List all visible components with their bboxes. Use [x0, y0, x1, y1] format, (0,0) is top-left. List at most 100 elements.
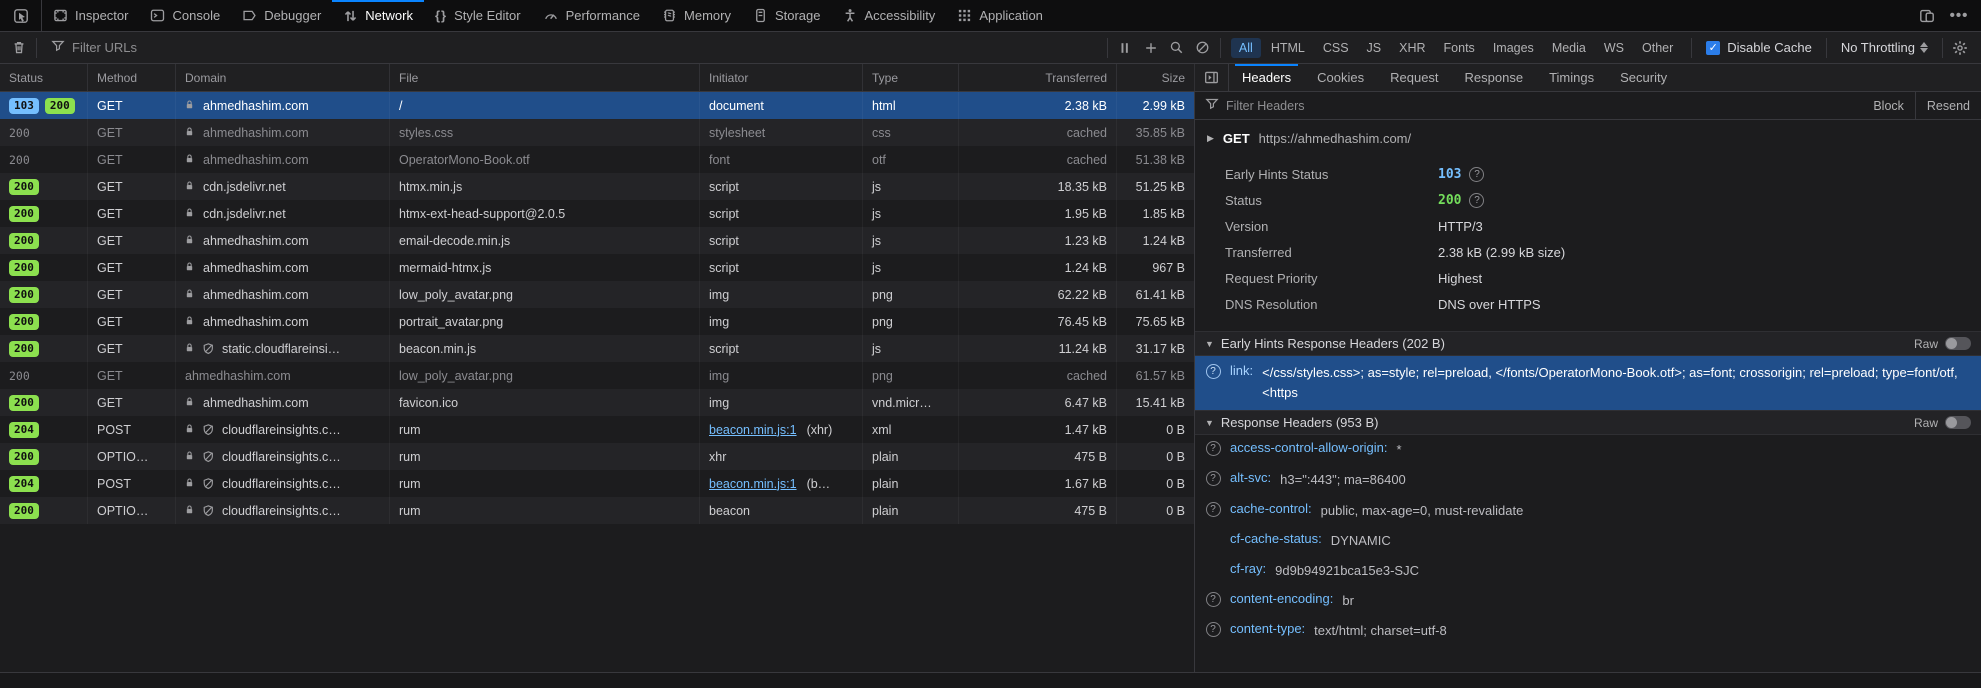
tab-performance[interactable]: Performance — [532, 0, 651, 31]
header-row[interactable]: ? access-control-allow-origin: * — [1195, 435, 1981, 465]
help-icon[interactable]: ? — [1469, 192, 1485, 208]
header-help-slot: ? — [1205, 440, 1221, 457]
search-button[interactable] — [1164, 36, 1190, 60]
help-icon[interactable]: ? — [1205, 364, 1221, 379]
header-row[interactable]: cf-cache-status: DYNAMIC — [1195, 526, 1981, 556]
request-row[interactable]: 200 GET ahmedhashim.com portrait_avatar.png… — [0, 308, 1194, 335]
early-hints-section-header[interactable]: ▼ Early Hints Response Headers (202 B) Raw — [1195, 331, 1981, 356]
column-header-initiator[interactable]: Initiator — [700, 64, 863, 91]
method-cell: GET — [88, 389, 176, 416]
help-icon[interactable]: ? — [1205, 622, 1221, 638]
column-header-status[interactable]: Status — [0, 64, 88, 91]
type-filter-css[interactable]: CSS — [1315, 38, 1357, 58]
clear-requests-button[interactable] — [6, 36, 32, 60]
disable-cache-control[interactable]: ✓ Disable Cache — [1696, 40, 1822, 55]
block-url-button[interactable]: Block — [1862, 92, 1915, 119]
detail-tab-cookies[interactable]: Cookies — [1304, 64, 1377, 91]
help-icon[interactable]: ? — [1205, 501, 1221, 517]
filter-headers-input[interactable]: Filter Headers — [1195, 97, 1862, 114]
column-header-method[interactable]: Method — [88, 64, 176, 91]
request-row[interactable]: 200 GET cdn.jsdelivr.net htmx.min.js script j… — [0, 173, 1194, 200]
header-row[interactable]: ? content-encoding: br — [1195, 586, 1981, 616]
column-header-size[interactable]: Size — [1117, 64, 1195, 91]
type-filter-js[interactable]: JS — [1359, 38, 1390, 58]
type-filter-fonts[interactable]: Fonts — [1436, 38, 1483, 58]
column-header-domain[interactable]: Domain — [176, 64, 390, 91]
tab-storage[interactable]: Storage — [742, 0, 832, 31]
collapse-details-button[interactable] — [1195, 64, 1229, 91]
request-row[interactable]: 200 GET ahmedhashim.com styles.css styleshee… — [0, 119, 1194, 146]
header-row[interactable]: ? content-type: text/html; charset=utf-8 — [1195, 616, 1981, 646]
pick-element-button[interactable] — [0, 0, 42, 31]
help-icon[interactable]: ? — [1469, 166, 1485, 182]
request-row[interactable]: 200 OPTIO… cloudflareinsights.c… rum xhr plai… — [0, 443, 1194, 470]
domain-label: ahmedhashim.com — [203, 233, 309, 248]
request-row[interactable]: 200 GET ahmedhashim.com mermaid-htmx.js scri… — [0, 254, 1194, 281]
type-filter-html[interactable]: HTML — [1263, 38, 1313, 58]
pause-traffic-button[interactable] — [1112, 36, 1138, 60]
column-header-file[interactable]: File — [390, 64, 700, 91]
request-row[interactable]: 204 POST cloudflareinsights.c… rum beacon.mi… — [0, 470, 1194, 497]
request-row[interactable]: 200 OPTIO… cloudflareinsights.c… rum beacon p… — [0, 497, 1194, 524]
tab-inspector[interactable]: Inspector — [42, 0, 139, 31]
type-filter-ws[interactable]: WS — [1596, 38, 1632, 58]
type-filter-all[interactable]: All — [1230, 37, 1261, 58]
request-row[interactable]: 103 200 GET ahmedhashim.com / document html 2.3… — [0, 92, 1194, 119]
response-headers-section-header[interactable]: ▼ Response Headers (953 B) Raw — [1195, 410, 1981, 436]
tab-accessibility[interactable]: Accessibility — [832, 0, 947, 31]
help-icon[interactable]: ? — [1205, 441, 1221, 457]
block-request-button[interactable] — [1190, 36, 1216, 60]
detail-tab-headers[interactable]: Headers — [1229, 64, 1304, 91]
resend-request-button[interactable]: Resend — [1916, 92, 1981, 119]
request-url-row[interactable]: ▶ GET https://ahmedhashim.com/ — [1195, 120, 1981, 155]
tab-application[interactable]: Application — [946, 0, 1054, 31]
request-row[interactable]: 200 GET ahmedhashim.com low_poly_avatar.png… — [0, 362, 1194, 389]
tab-console[interactable]: Console — [139, 0, 231, 31]
type-filter-xhr[interactable]: XHR — [1391, 38, 1433, 58]
detail-tab-response[interactable]: Response — [1452, 64, 1537, 91]
raw-toggle[interactable] — [1945, 416, 1971, 430]
status-badge: 103 — [9, 97, 39, 114]
request-row[interactable]: 200 GET ahmedhashim.com OperatorMono-Book.o… — [0, 146, 1194, 173]
request-row[interactable]: 200 GET cdn.jsdelivr.net htmx-ext-head-supp… — [0, 200, 1194, 227]
request-details-pane: Headers Cookies Request Response Timings Secu… — [1195, 64, 1981, 672]
transferred-cell: cached — [959, 146, 1117, 173]
help-icon[interactable]: ? — [1205, 471, 1221, 487]
detail-tab-security[interactable]: Security — [1607, 64, 1680, 91]
type-filter-images[interactable]: Images — [1485, 38, 1542, 58]
type-filter-media[interactable]: Media — [1544, 38, 1594, 58]
initiator-link[interactable]: beacon.min.js:1 — [709, 477, 797, 491]
column-header-type[interactable]: Type — [863, 64, 959, 91]
detail-tab-request[interactable]: Request — [1377, 64, 1451, 91]
meatball-menu-button[interactable]: ••• — [1945, 3, 1973, 29]
domain-label: static.cloudflareinsi… — [222, 341, 341, 356]
raw-toggle[interactable] — [1945, 337, 1971, 350]
help-icon[interactable]: ? — [1205, 591, 1221, 607]
column-header-transferred[interactable]: Transferred — [959, 64, 1117, 91]
type-cell: js — [863, 227, 959, 254]
type-filter-other[interactable]: Other — [1634, 38, 1681, 58]
filter-urls-input[interactable]: Filter URLs — [41, 39, 1103, 56]
header-help-slot — [1205, 531, 1221, 532]
tab-memory[interactable]: Memory — [651, 0, 742, 31]
header-row[interactable]: cf-ray: 9d9b94921bca15e3-SJC — [1195, 556, 1981, 586]
status-badge: 200 — [9, 502, 39, 519]
detail-tab-timings[interactable]: Timings — [1536, 64, 1607, 91]
header-row[interactable]: ? alt-svc: h3=":443"; ma=86400 — [1195, 465, 1981, 495]
request-row[interactable]: 200 GET ahmedhashim.com favicon.ico img vnd.m… — [0, 389, 1194, 416]
tab-debugger[interactable]: Debugger — [231, 0, 332, 31]
request-row[interactable]: 200 GET ahmedhashim.com low_poly_avatar.png… — [0, 281, 1194, 308]
tab-style-editor[interactable]: {} Style Editor — [424, 0, 532, 31]
responsive-design-button[interactable] — [1913, 3, 1941, 29]
add-request-button[interactable] — [1138, 36, 1164, 60]
header-row[interactable]: ? link: </css/styles.css>; as=style; rel=p… — [1195, 356, 1981, 411]
throttling-select[interactable]: No Throttling — [1831, 40, 1938, 55]
tab-network[interactable]: Network — [332, 0, 424, 31]
request-row[interactable]: 204 POST cloudflareinsights.c… rum beacon.mi… — [0, 416, 1194, 443]
header-row[interactable]: ? cache-control: public, max-age=0, must-r… — [1195, 496, 1981, 526]
network-settings-button[interactable] — [1947, 36, 1973, 60]
disable-cache-checkbox[interactable]: ✓ — [1706, 40, 1721, 55]
request-row[interactable]: 200 GET static.cloudflareinsi… beacon.min.j… — [0, 335, 1194, 362]
request-row[interactable]: 200 GET ahmedhashim.com email-decode.min.js… — [0, 227, 1194, 254]
initiator-link[interactable]: beacon.min.js:1 — [709, 423, 797, 437]
